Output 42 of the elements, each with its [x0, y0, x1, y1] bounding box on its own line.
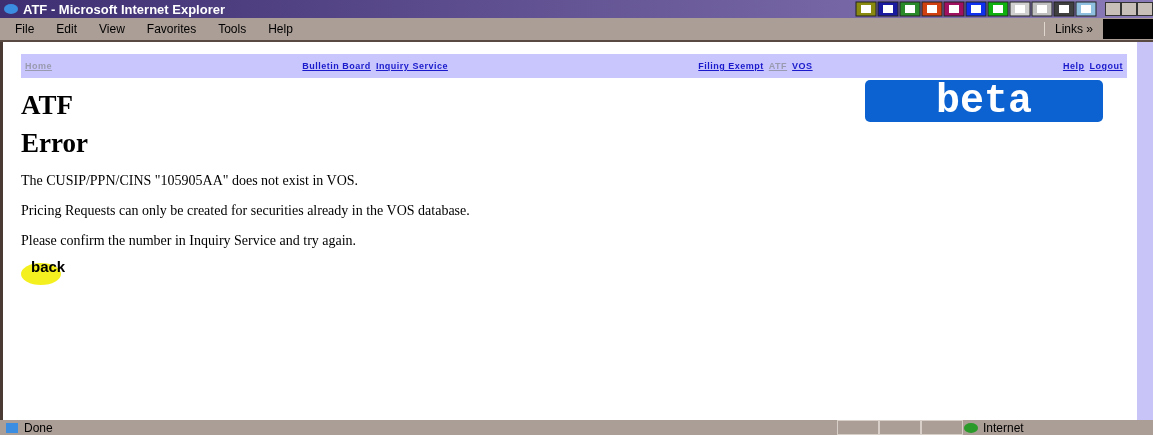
- minimize-icon[interactable]: [1105, 2, 1121, 16]
- menu-item[interactable]: Help: [257, 22, 304, 36]
- toolbar-app-icon[interactable]: [1031, 1, 1053, 17]
- menu-item[interactable]: Favorites: [135, 22, 208, 36]
- window-title: ATF - Microsoft Internet Explorer: [23, 1, 226, 17]
- message-text: Pricing Requests can only be created for securities already in the VOS database.: [21, 203, 471, 219]
- page-icon: [4, 421, 20, 434]
- nav-link[interactable]: Filing Exempt: [698, 61, 764, 71]
- nav-link[interactable]: Logout: [1089, 61, 1123, 71]
- menu-item[interactable]: View: [88, 22, 136, 36]
- toolbar-app-icon[interactable]: [1053, 1, 1075, 17]
- toolbar-app-icon[interactable]: [987, 1, 1009, 17]
- beta-badge: beta: [865, 80, 1103, 122]
- nav-link[interactable]: Help: [1062, 61, 1085, 71]
- menu-item[interactable]: Tools: [207, 22, 258, 36]
- message-text: Please confirm the number in Inquiry Service and try again.: [21, 233, 358, 249]
- toolbar-app-icon[interactable]: [921, 1, 943, 17]
- toolbar-app-icon[interactable]: [1009, 1, 1031, 17]
- status-panel: [879, 420, 921, 435]
- toolbar-app-icon[interactable]: [1075, 1, 1097, 17]
- nav-link[interactable]: Bulletin Board: [302, 61, 371, 71]
- close-icon[interactable]: [1137, 2, 1153, 16]
- status-text: Done: [24, 420, 54, 435]
- globe-icon: [963, 421, 979, 434]
- nav-link[interactable]: Inquiry Service: [375, 61, 448, 71]
- browser-logo-icon: [3, 2, 19, 16]
- toolbar-app-icon[interactable]: [855, 1, 877, 17]
- status-panel: [837, 420, 879, 435]
- status-panel: [921, 420, 963, 435]
- toolbar-app-icon[interactable]: [943, 1, 965, 17]
- message-text: The CUSIP/PPN/CINS "105905AA" does not exist in VOS.: [21, 173, 360, 189]
- menu-item[interactable]: Edit: [45, 22, 89, 36]
- windows-logo-icon: [1103, 19, 1153, 39]
- error-heading: Error: [21, 128, 89, 159]
- toolbar-app-icon[interactable]: [965, 1, 987, 17]
- toolbar-app-icon[interactable]: [899, 1, 921, 17]
- page-title: ATF: [21, 90, 73, 121]
- nav-link[interactable]: VOS: [792, 61, 813, 71]
- toolbar-app-icon[interactable]: [877, 1, 899, 17]
- zone-text: Internet: [983, 420, 1024, 435]
- restore-icon[interactable]: [1121, 2, 1137, 16]
- menu-item[interactable]: File: [4, 22, 46, 36]
